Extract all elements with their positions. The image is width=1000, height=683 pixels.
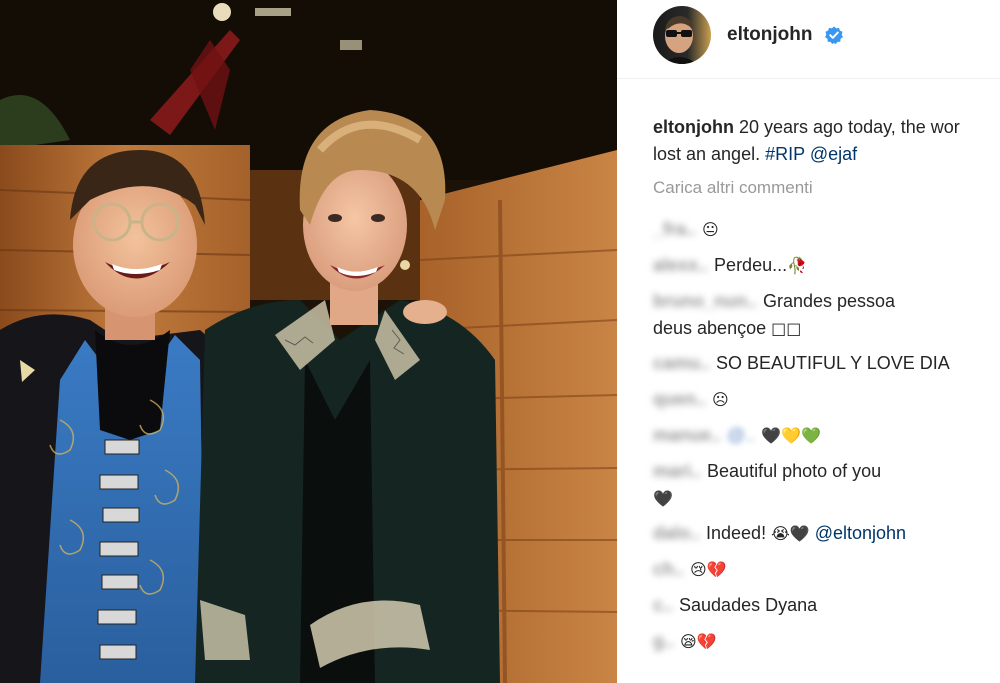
comment-emoji: 😪💔 — [680, 632, 717, 651]
comment-username[interactable]: camu.. — [653, 350, 710, 377]
comment-text: Perdeu... — [714, 255, 788, 275]
comment-username[interactable]: mari.. — [653, 458, 701, 485]
load-more-comments-link[interactable]: Carica altri commenti — [653, 178, 813, 198]
post-header: eltonjohn — [617, 0, 1000, 79]
caption-text-line1: 20 years ago today, the wor — [739, 117, 960, 137]
comment-username[interactable]: c.. — [653, 592, 673, 619]
comment-text: Grandes pessoa — [762, 291, 896, 311]
caption-mention[interactable]: @ejaf — [810, 144, 857, 164]
post-sidebar: eltonjohn eltonjohn 20 years ago today, … — [617, 0, 1000, 683]
comment-username[interactable]: alexx.. — [653, 252, 708, 279]
comment-emoji: 🖤 — [653, 489, 673, 508]
comment-username[interactable]: manue.. — [653, 422, 721, 449]
post-caption: eltonjohn 20 years ago today, the wor lo… — [653, 114, 1000, 168]
comment-emoji: 🥀 — [787, 256, 808, 275]
caption-hashtag[interactable]: #RIP — [765, 144, 805, 164]
comment-emoji: □□ — [771, 319, 802, 338]
caption-author[interactable]: eltonjohn — [653, 117, 734, 137]
comment-item: quen.. ☹ — [653, 386, 729, 413]
caption-text-line2: lost an angel. — [653, 144, 761, 164]
post-username[interactable]: eltonjohn — [727, 24, 812, 46]
comment-item: dalo.. Indeed! 😭🖤 @eltonjohn — [653, 520, 906, 547]
comment-username[interactable]: quen.. — [653, 386, 706, 413]
comment-item: alexx.. Perdeu...🥀 — [653, 252, 807, 279]
comment-item: c.. Saudades Dyana — [653, 592, 817, 619]
comment-text: Beautiful photo of you — [707, 461, 882, 481]
comment-emoji: 🖤💛💚 — [761, 426, 822, 445]
comment-item: g.. 😪💔 — [653, 628, 717, 655]
comment-item: _fra.. 😐 — [653, 216, 719, 243]
comment-username[interactable]: _fra.. — [653, 216, 696, 243]
comment-username[interactable]: bruno_nun.. — [653, 288, 757, 315]
comment-item: ch.. 😢💔 — [653, 556, 727, 583]
comment-username[interactable]: dalo.. — [653, 520, 700, 547]
comment-item: bruno_nun.. Grandes pessoa deus abençoe □… — [653, 288, 895, 342]
comment-text-continued: deus abençoe — [653, 318, 767, 338]
comment-emoji: 😐 — [702, 220, 719, 239]
comment-emoji: ☹ — [712, 390, 729, 409]
comment-text: Indeed! — [706, 523, 767, 543]
comment-item: manue.. @.. 🖤💛💚 — [653, 422, 821, 449]
comment-username[interactable]: g.. — [653, 628, 674, 655]
comment-mention[interactable]: @eltonjohn — [815, 523, 906, 543]
comment-text: SO BEAUTIFUL Y LOVE DIA — [716, 353, 950, 373]
post-photo-image — [0, 0, 617, 683]
avatar-image — [653, 6, 711, 64]
comment-mention[interactable]: @.. — [727, 422, 755, 449]
comment-text: Saudades Dyana — [679, 595, 818, 615]
comment-emoji: 😢💔 — [690, 560, 727, 579]
comment-username[interactable]: ch.. — [653, 556, 684, 583]
comment-item: camu.. SO BEAUTIFUL Y LOVE DIA — [653, 350, 950, 377]
comment-item: mari.. Beautiful photo of you 🖤 — [653, 458, 881, 512]
comment-emoji: 😭🖤 — [771, 524, 810, 543]
avatar[interactable] — [653, 6, 711, 64]
verified-badge-icon — [825, 26, 843, 44]
post-photo[interactable] — [0, 0, 617, 683]
